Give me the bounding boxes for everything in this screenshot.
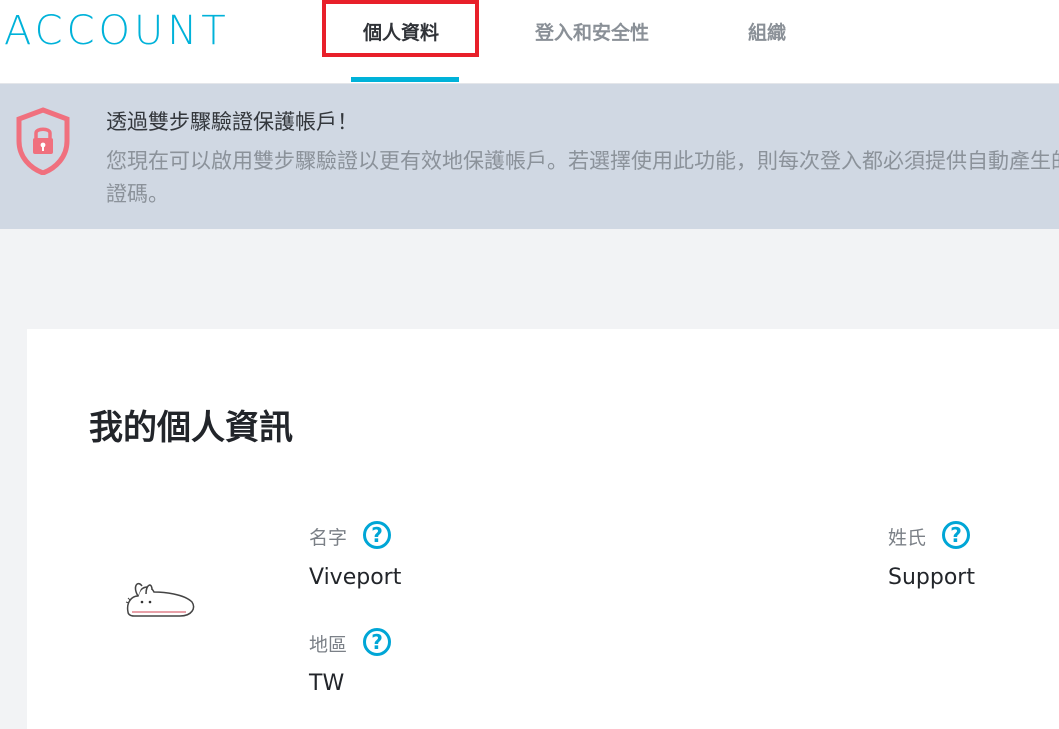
region-label: 地區	[309, 634, 348, 656]
highlight-annotation-box	[322, 0, 479, 57]
tab-organization[interactable]: 組織	[748, 18, 786, 44]
last-name-help-icon[interactable]: ?	[942, 521, 970, 549]
top-header: ACCOUNT 個人資料 登入和安全性 組織	[0, 0, 1059, 84]
region-help-icon[interactable]: ?	[363, 628, 391, 656]
active-tab-indicator	[351, 77, 459, 82]
shield-lock-icon	[16, 107, 70, 175]
banner-title: 透過雙步驟驗證保護帳戶！	[106, 110, 358, 134]
first-name-value: Viveport	[309, 565, 402, 590]
avatar[interactable]	[120, 572, 196, 620]
account-logo[interactable]: ACCOUNT	[4, 8, 230, 54]
first-name-label: 名字	[309, 527, 348, 549]
page-title: 我的個人資訊	[89, 408, 293, 448]
first-name-help-icon[interactable]: ?	[363, 521, 391, 549]
tab-login-security[interactable]: 登入和安全性	[535, 18, 649, 44]
region-value: TW	[309, 671, 345, 696]
last-name-value: Support	[888, 565, 975, 590]
banner-description: 您現在可以啟用雙步驟驗證以更有效地保護帳戶。若選擇使用此功能，則每次登入都必須提…	[106, 149, 1059, 206]
last-name-label: 姓氏	[888, 527, 927, 549]
